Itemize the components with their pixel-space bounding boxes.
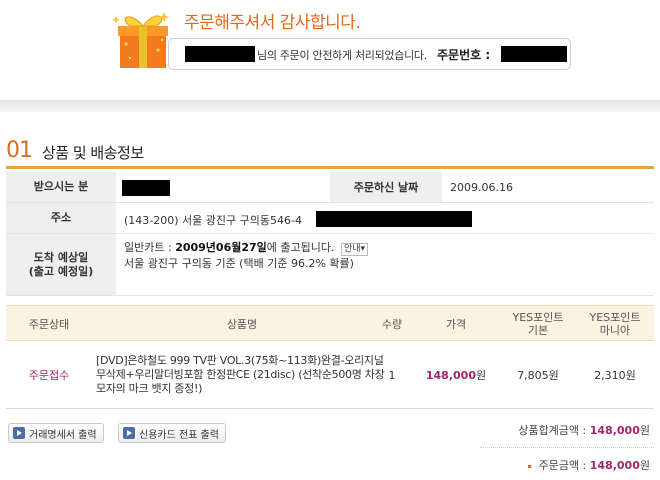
arrival-label-line1: 도착 예상일 — [33, 250, 89, 264]
section-title: 상품 및 배송정보 — [42, 144, 144, 162]
ship-date-line: 일반카트 : 2009년06월27일에 출고됩니다. 안내▾ — [124, 239, 369, 256]
recipient-label: 받으시는 분 — [6, 172, 116, 202]
section-heading: 01 상품 및 배송정보 — [6, 138, 144, 163]
ship-prefix: 일반카트 : — [124, 241, 172, 254]
product-total-value: 148,000 — [589, 424, 640, 437]
play-arrow-icon — [13, 427, 25, 439]
arrival-row: 도착 예상일 (출고 예정일) 일반카트 : 2009년06월27일에 출고됩니… — [6, 234, 654, 296]
col-product-name: 상품명 — [226, 317, 258, 331]
order-date-value: 2009.06.16 — [450, 181, 513, 194]
col-points-mania: YES포인트 마니아 — [589, 311, 641, 337]
product-total-unit: 원 — [639, 424, 650, 437]
bullet-icon — [528, 464, 532, 468]
address-value: (143-200) 서울 광진구 구의동546-4 — [124, 214, 302, 227]
address-row: 주소 (143-200) 서울 광진구 구의동546-4 — [6, 203, 654, 234]
redacted-order-number — [501, 46, 567, 62]
totals-divider — [480, 447, 654, 448]
print-statement-label: 거래명세서 출력 — [29, 429, 97, 441]
points-mania: 2,310원 — [594, 369, 636, 382]
print-card-slip-button[interactable]: 신용카드 전표 출력 — [118, 423, 226, 443]
product-name-cell: [DVD]은하철도 999 TV판 VOL.3(75화~113화)완결-오리지널… — [96, 341, 386, 409]
order-complete-header: 주문해주셔서 감사합니다. 님의 주문이 안전하게 처리되었습니다. 주문번호 … — [0, 0, 660, 108]
header-divider — [0, 100, 660, 112]
recipient-row: 받으시는 분 주문하신 날짜 2009.06.16 — [6, 172, 654, 203]
arrival-label-line2: (출고 예정일) — [28, 264, 94, 278]
redacted-address-detail — [316, 211, 472, 227]
col-status: 주문상태 — [28, 317, 70, 331]
product-total: 상품합계금액 : 148,000원 — [518, 422, 650, 438]
thanks-title: 주문해주셔서 감사합니다. — [184, 13, 361, 33]
order-total-unit: 원 — [639, 459, 650, 472]
order-number-label: 주문번호 : — [437, 48, 491, 62]
points-basic: 7,805원 — [517, 369, 559, 382]
play-arrow-icon — [123, 427, 135, 439]
order-safe-message: 님의 주문이 안전하게 처리되었습니다. — [257, 49, 427, 62]
table-row: 주문접수 [DVD]은하철도 999 TV판 VOL.3(75화~113화)완결… — [6, 341, 654, 409]
section-underline — [6, 166, 654, 169]
product-total-label: 상품합계금액 : — [518, 424, 587, 437]
order-date-label: 주문하신 날짜 — [330, 172, 442, 202]
price-unit: 원 — [475, 369, 487, 382]
arrival-label: 도착 예상일 (출고 예정일) — [6, 234, 116, 295]
redacted-recipient — [122, 180, 170, 196]
print-statement-button[interactable]: 거래명세서 출력 — [8, 423, 104, 443]
col-points-basic: YES포인트 기본 — [512, 311, 564, 337]
section-number: 01 — [6, 138, 33, 163]
order-total-label: 주문금액 : — [538, 459, 587, 472]
address-label: 주소 — [6, 203, 116, 233]
product-table-header: 주문상태 상품명 수량 가격 YES포인트 기본 YES포인트 마니아 — [6, 305, 654, 341]
product-name[interactable]: [DVD]은하철도 999 TV판 VOL.3(75화~113화)완결-오리지널… — [96, 354, 386, 396]
order-status: 주문접수 — [28, 369, 70, 382]
gift-box-icon — [112, 12, 170, 68]
print-card-slip-label: 신용카드 전표 출력 — [139, 429, 219, 441]
order-total: 주문금액 : 148,000원 — [528, 457, 650, 473]
ship-date: 2009년06월27일 — [175, 241, 267, 254]
ship-note: 서울 광진구 구의동 기준 (택배 기준 96.2% 확률) — [124, 257, 354, 270]
col-price: 가격 — [445, 317, 467, 331]
ship-suffix: 에 출고됩니다. — [266, 241, 335, 254]
price-cell: 148,000 원 — [412, 341, 500, 409]
order-total-value: 148,000 — [589, 459, 640, 472]
quantity: 1 — [388, 368, 396, 382]
order-message-box: 님의 주문이 안전하게 처리되었습니다. 주문번호 : — [168, 38, 571, 70]
price-value: 148,000 — [425, 368, 476, 382]
redacted-customer-name — [185, 46, 255, 62]
col-qty: 수량 — [381, 317, 403, 331]
